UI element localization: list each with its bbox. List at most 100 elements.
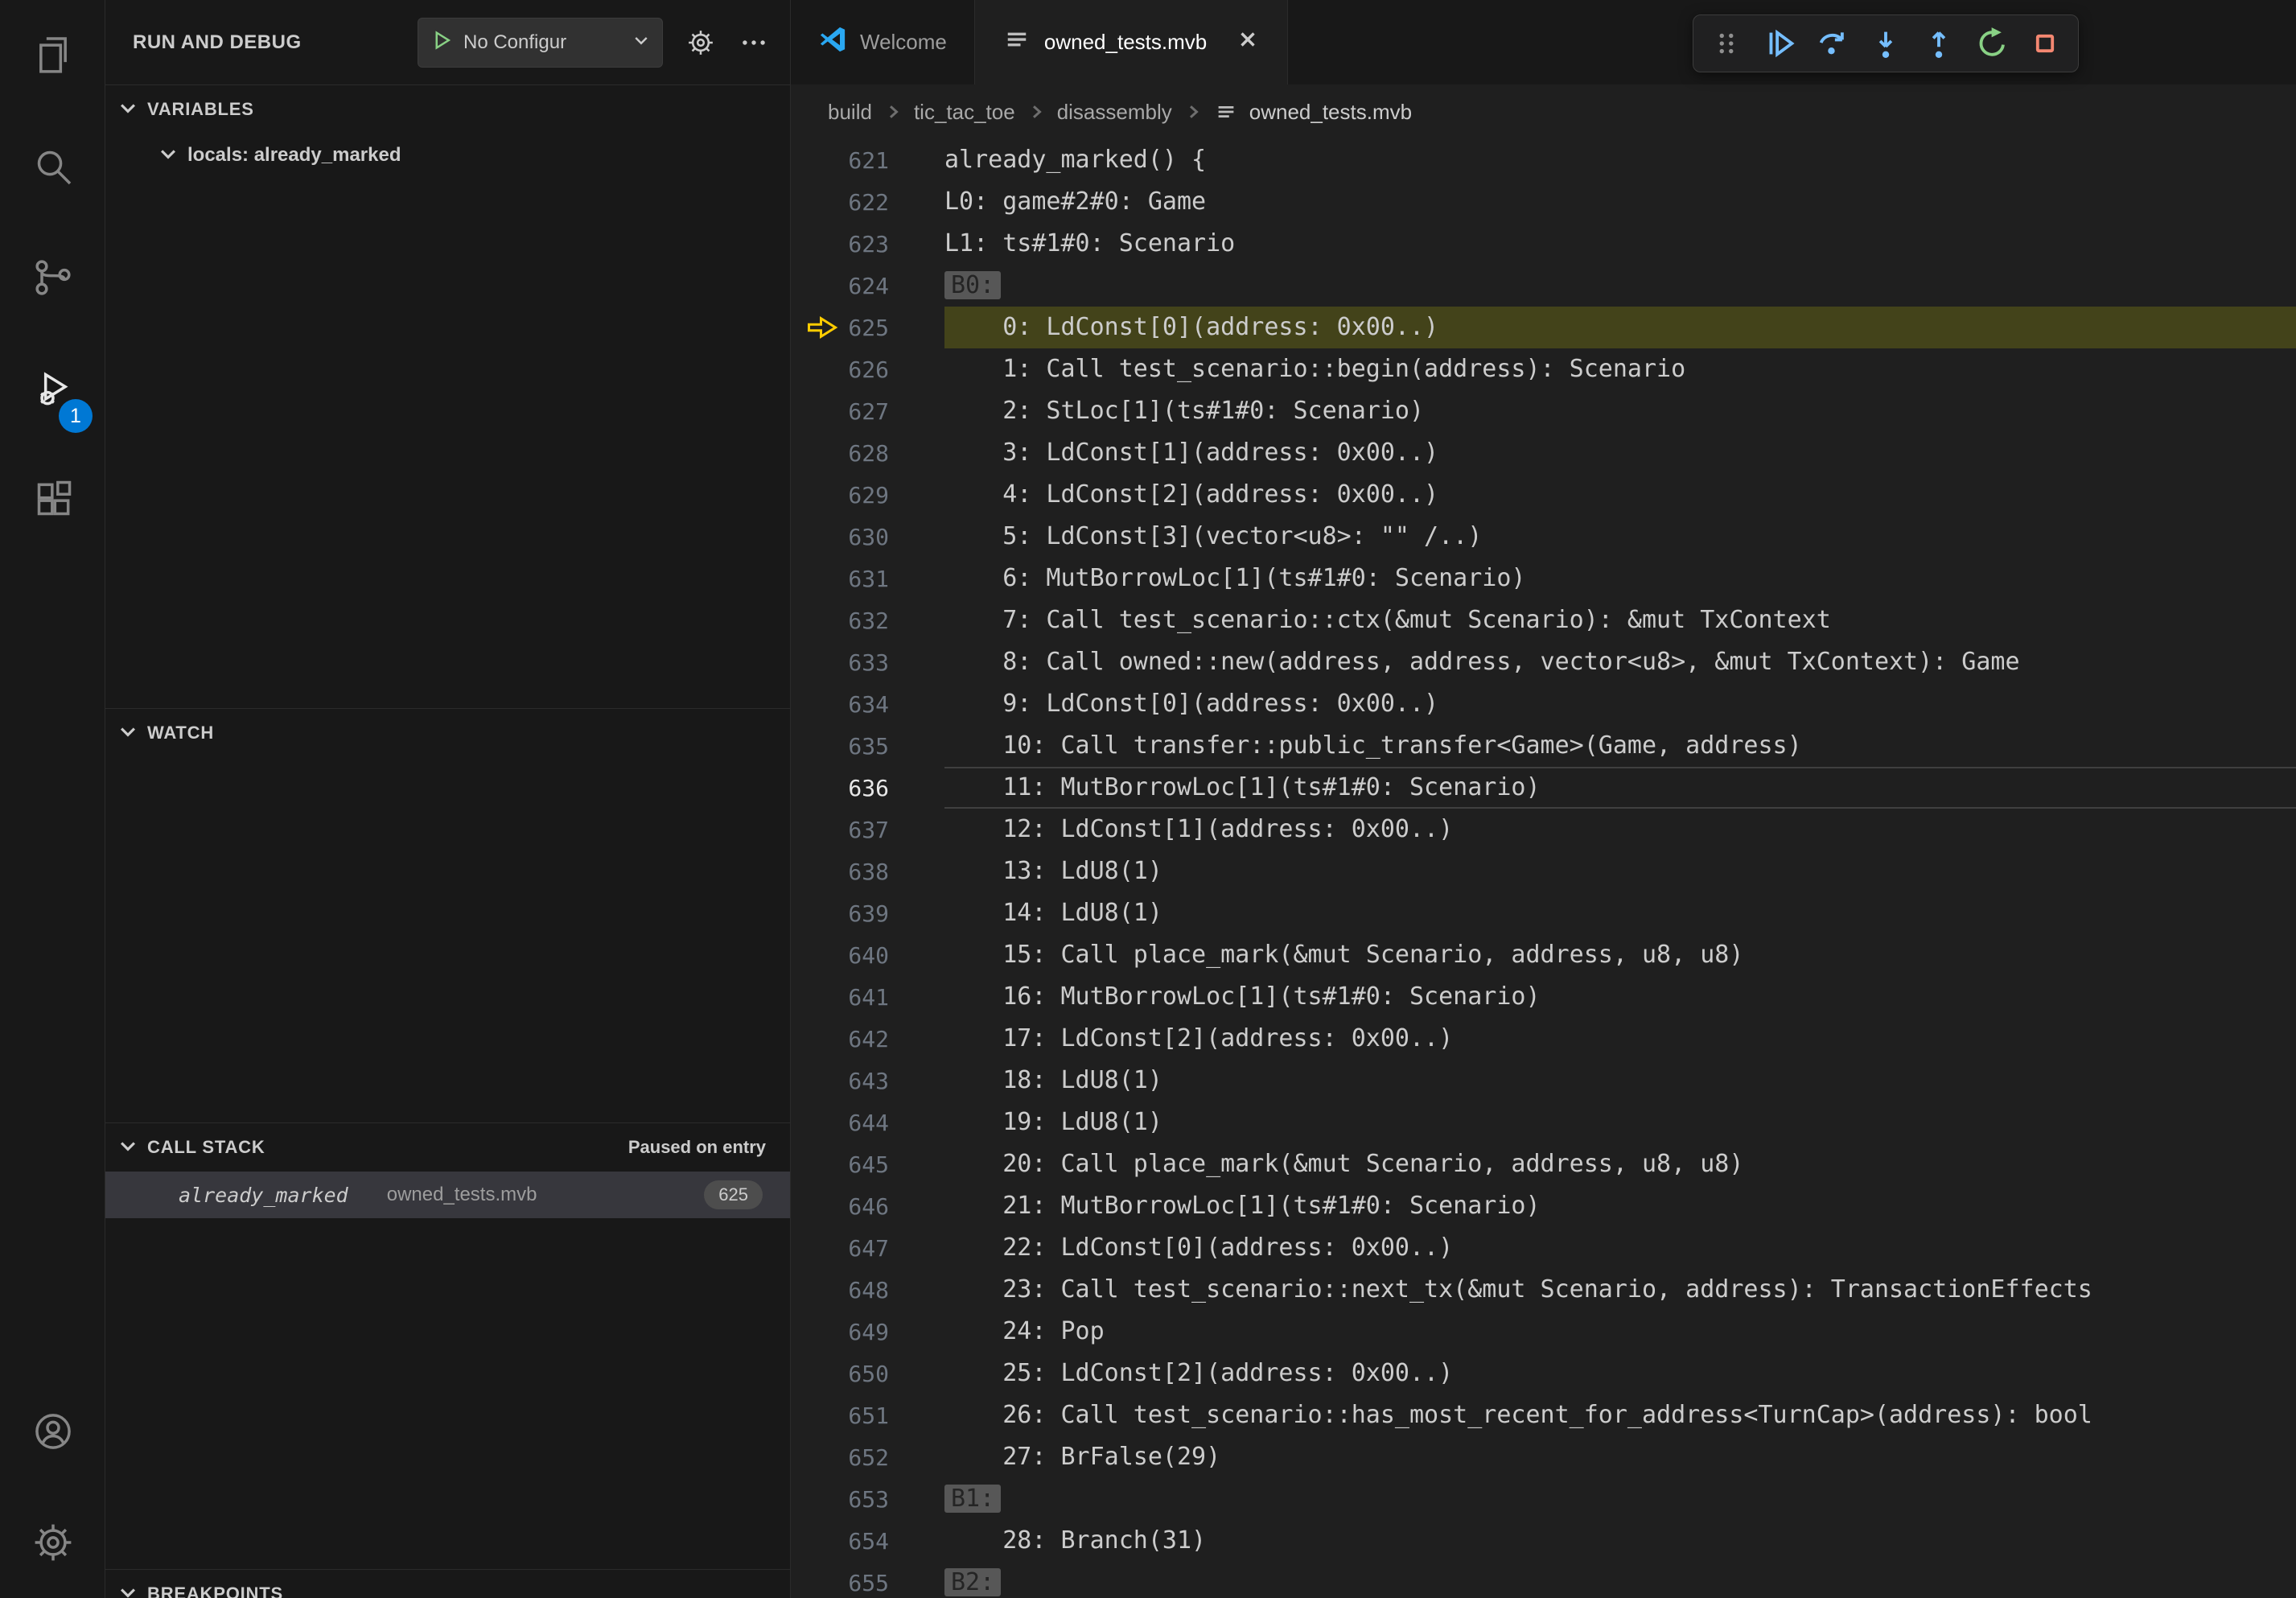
variables-scope-locals[interactable]: locals: already_marked xyxy=(105,134,790,177)
code-line-654[interactable]: 654 28: Branch(31) xyxy=(791,1520,2296,1562)
code-line-621[interactable]: 621already_marked() { xyxy=(791,139,2296,181)
gutter[interactable]: 641 xyxy=(791,976,944,1018)
variables-section-header[interactable]: VARIABLES xyxy=(105,85,790,134)
continue-button-icon[interactable] xyxy=(1756,20,1803,67)
gutter[interactable]: 651 xyxy=(791,1394,944,1436)
breadcrumb-item[interactable]: tic_tac_toe xyxy=(914,100,1015,125)
stop-button-icon[interactable] xyxy=(2022,20,2068,67)
code-line-631[interactable]: 631 6: MutBorrowLoc[1](ts#1#0: Scenario) xyxy=(791,558,2296,599)
code-line-630[interactable]: 630 5: LdConst[3](vector<u8>: "" /..) xyxy=(791,516,2296,558)
gutter[interactable]: 623 xyxy=(791,223,944,265)
gutter[interactable]: 636 xyxy=(791,767,944,809)
code-line-647[interactable]: 647 22: LdConst[0](address: 0x00..) xyxy=(791,1227,2296,1269)
gutter[interactable]: 645 xyxy=(791,1143,944,1185)
gutter[interactable]: 624 xyxy=(791,265,944,307)
code-line-627[interactable]: 627 2: StLoc[1](ts#1#0: Scenario) xyxy=(791,390,2296,432)
gutter[interactable]: 639 xyxy=(791,892,944,934)
gutter[interactable]: 630 xyxy=(791,516,944,558)
gutter[interactable]: 654 xyxy=(791,1520,944,1562)
gutter[interactable]: 634 xyxy=(791,683,944,725)
watch-section-header[interactable]: WATCH xyxy=(105,709,790,757)
debug-config-dropdown[interactable]: No Configur xyxy=(418,18,663,68)
code-line-650[interactable]: 650 25: LdConst[2](address: 0x00..) xyxy=(791,1353,2296,1394)
code-line-649[interactable]: 649 24: Pop xyxy=(791,1311,2296,1353)
step-over-button-icon[interactable] xyxy=(1809,20,1856,67)
gutter[interactable]: 647 xyxy=(791,1227,944,1269)
gutter[interactable]: 638 xyxy=(791,850,944,892)
explorer-icon[interactable] xyxy=(0,0,105,111)
code-line-651[interactable]: 651 26: Call test_scenario::has_most_rec… xyxy=(791,1394,2296,1436)
gutter[interactable]: 635 xyxy=(791,725,944,767)
code-line-622[interactable]: 622L0: game#2#0: Game xyxy=(791,181,2296,223)
gutter[interactable]: 626 xyxy=(791,348,944,390)
gutter[interactable]: 621 xyxy=(791,139,944,181)
code-line-653[interactable]: 653B1: xyxy=(791,1478,2296,1520)
gutter[interactable]: 640 xyxy=(791,934,944,976)
gutter[interactable]: 627 xyxy=(791,390,944,432)
breadcrumb-item[interactable]: owned_tests.mvb xyxy=(1249,100,1412,125)
stack-frame-row[interactable]: already_markedowned_tests.mvb625 xyxy=(105,1172,790,1218)
search-icon[interactable] xyxy=(0,111,105,222)
code-line-628[interactable]: 628 3: LdConst[1](address: 0x00..) xyxy=(791,432,2296,474)
gutter[interactable]: 628 xyxy=(791,432,944,474)
settings-gear-icon[interactable] xyxy=(0,1487,105,1598)
code-line-635[interactable]: 635 10: Call transfer::public_transfer<G… xyxy=(791,725,2296,767)
gutter[interactable]: 652 xyxy=(791,1436,944,1478)
restart-button-icon[interactable] xyxy=(1969,20,2015,67)
gutter[interactable]: 642 xyxy=(791,1018,944,1060)
gutter[interactable]: 649 xyxy=(791,1311,944,1353)
code-line-623[interactable]: 623L1: ts#1#0: Scenario xyxy=(791,223,2296,265)
gutter[interactable]: 648 xyxy=(791,1269,944,1311)
gutter[interactable]: 625 xyxy=(791,307,944,348)
gutter[interactable]: 622 xyxy=(791,181,944,223)
code-line-638[interactable]: 638 13: LdU8(1) xyxy=(791,850,2296,892)
code-line-633[interactable]: 633 8: Call owned::new(address, address,… xyxy=(791,641,2296,683)
code-line-637[interactable]: 637 12: LdConst[1](address: 0x00..) xyxy=(791,809,2296,850)
breadcrumb-item[interactable]: build xyxy=(828,100,872,125)
step-into-button-icon[interactable] xyxy=(1862,20,1909,67)
gutter[interactable]: 632 xyxy=(791,599,944,641)
code-line-625[interactable]: 625 0: LdConst[0](address: 0x00..) xyxy=(791,307,2296,348)
code-line-634[interactable]: 634 9: LdConst[0](address: 0x00..) xyxy=(791,683,2296,725)
gutter[interactable]: 655 xyxy=(791,1562,944,1598)
extensions-icon[interactable] xyxy=(0,444,105,555)
gutter[interactable]: 629 xyxy=(791,474,944,516)
code-line-644[interactable]: 644 19: LdU8(1) xyxy=(791,1102,2296,1143)
gutter[interactable]: 637 xyxy=(791,809,944,850)
gutter[interactable]: 650 xyxy=(791,1353,944,1394)
gutter[interactable]: 644 xyxy=(791,1102,944,1143)
code-line-629[interactable]: 629 4: LdConst[2](address: 0x00..) xyxy=(791,474,2296,516)
call-stack-section-header[interactable]: CALL STACK Paused on entry xyxy=(105,1123,790,1172)
gutter[interactable]: 633 xyxy=(791,641,944,683)
code-line-632[interactable]: 632 7: Call test_scenario::ctx(&mut Scen… xyxy=(791,599,2296,641)
code-line-643[interactable]: 643 18: LdU8(1) xyxy=(791,1060,2296,1102)
code-line-640[interactable]: 640 15: Call place_mark(&mut Scenario, a… xyxy=(791,934,2296,976)
code-line-639[interactable]: 639 14: LdU8(1) xyxy=(791,892,2296,934)
code-line-645[interactable]: 645 20: Call place_mark(&mut Scenario, a… xyxy=(791,1143,2296,1185)
toolbar-gripper-icon[interactable] xyxy=(1703,20,1750,67)
step-out-button-icon[interactable] xyxy=(1915,20,1962,67)
code-line-642[interactable]: 642 17: LdConst[2](address: 0x00..) xyxy=(791,1018,2296,1060)
code-line-646[interactable]: 646 21: MutBorrowLoc[1](ts#1#0: Scenario… xyxy=(791,1185,2296,1227)
code-line-636[interactable]: 636 11: MutBorrowLoc[1](ts#1#0: Scenario… xyxy=(791,767,2296,809)
code-line-626[interactable]: 626 1: Call test_scenario::begin(address… xyxy=(791,348,2296,390)
account-icon[interactable] xyxy=(0,1376,105,1487)
start-debug-icon[interactable] xyxy=(430,28,454,56)
tab-welcome[interactable]: Welcome xyxy=(791,0,975,84)
tab-owned-tests[interactable]: owned_tests.mvb xyxy=(975,0,1288,84)
close-tab-icon[interactable] xyxy=(1220,27,1260,57)
run-and-debug-icon[interactable]: 1 xyxy=(0,333,105,444)
code-line-655[interactable]: 655B2: xyxy=(791,1562,2296,1598)
gutter[interactable]: 646 xyxy=(791,1185,944,1227)
code-line-624[interactable]: 624B0: xyxy=(791,265,2296,307)
debug-settings-gear-icon[interactable] xyxy=(685,27,716,58)
breadcrumb-item[interactable]: disassembly xyxy=(1057,100,1172,125)
gutter[interactable]: 643 xyxy=(791,1060,944,1102)
breakpoints-section-header[interactable]: BREAKPOINTS xyxy=(105,1570,790,1598)
more-actions-icon[interactable] xyxy=(739,27,769,58)
gutter[interactable]: 653 xyxy=(791,1478,944,1520)
gutter[interactable]: 631 xyxy=(791,558,944,599)
code-line-652[interactable]: 652 27: BrFalse(29) xyxy=(791,1436,2296,1478)
code-line-648[interactable]: 648 23: Call test_scenario::next_tx(&mut… xyxy=(791,1269,2296,1311)
source-control-icon[interactable] xyxy=(0,222,105,333)
